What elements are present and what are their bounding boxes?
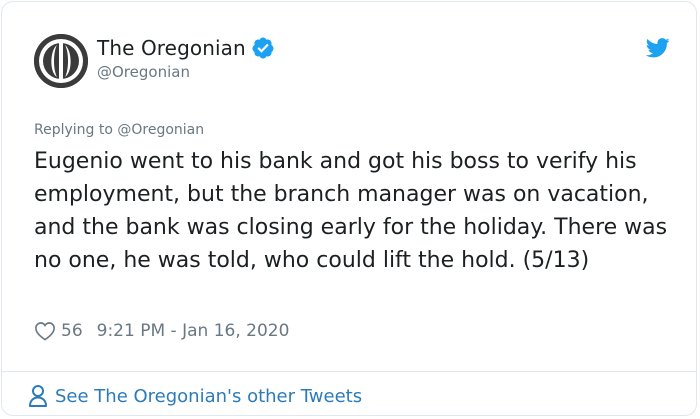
twitter-bird-icon[interactable] xyxy=(646,38,670,58)
divider xyxy=(2,371,696,372)
heart-icon[interactable] xyxy=(34,321,56,341)
handle[interactable]: @Oregonian xyxy=(97,63,275,81)
timestamp[interactable]: 9:21 PM - Jan 16, 2020 xyxy=(97,321,290,341)
display-name-row: The Oregonian xyxy=(97,34,275,62)
tweet-meta: 56 9:21 PM - Jan 16, 2020 xyxy=(34,318,289,344)
author-info: The Oregonian @Oregonian xyxy=(97,34,275,81)
person-icon xyxy=(29,385,47,407)
tweet-header: The Oregonian @Oregonian xyxy=(34,32,674,90)
display-name[interactable]: The Oregonian xyxy=(97,36,246,60)
see-other-tweets-label: See The Oregonian's other Tweets xyxy=(55,385,363,407)
like-count[interactable]: 56 xyxy=(61,321,83,341)
oregonian-logo-icon xyxy=(34,34,88,88)
avatar[interactable] xyxy=(34,34,88,88)
verified-badge-icon xyxy=(252,37,274,59)
see-other-tweets-link[interactable]: See The Oregonian's other Tweets xyxy=(28,382,362,410)
tweet-card: The Oregonian @Oregonian Replying to @Or… xyxy=(1,1,697,416)
replying-to[interactable]: Replying to @Oregonian xyxy=(34,122,204,138)
tweet-text: Eugenio went to his bank and got his bos… xyxy=(34,149,668,273)
